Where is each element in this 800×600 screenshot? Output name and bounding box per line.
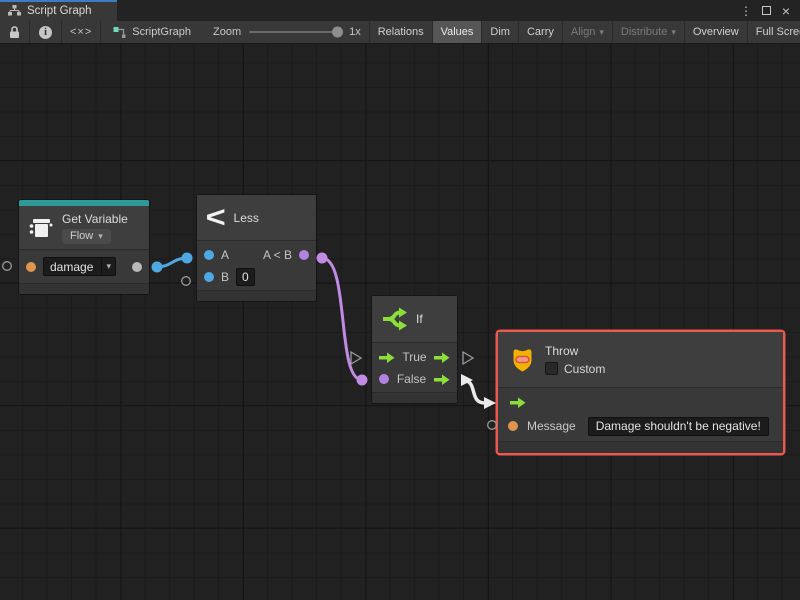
variable-icon	[27, 216, 53, 240]
lock-button[interactable]	[0, 21, 30, 43]
zoom-label: Zoom	[213, 26, 241, 38]
graph-canvas[interactable]: Get Variable Flow ▾ damage ▾	[0, 44, 800, 600]
unity-visual-scripting-window: Script Graph ⋮ × i <×> ScriptG	[0, 0, 800, 600]
carry-button[interactable]: Carry	[518, 21, 562, 43]
zoom-slider-handle[interactable]	[332, 27, 343, 38]
throw-error-icon	[511, 346, 534, 373]
wire-less-to-if[interactable]	[317, 253, 368, 386]
graph-hierarchy-icon	[8, 5, 21, 16]
align-button[interactable]: Align ▾	[562, 21, 612, 43]
chevron-down-icon: ▾	[599, 27, 604, 38]
less-a-label: A	[221, 248, 229, 262]
less-b-input-port[interactable]	[204, 272, 214, 282]
true-output-port[interactable]	[434, 352, 450, 363]
graph-toolbar: i <×> ScriptGraph Zoom 1x Relations Valu…	[0, 21, 800, 44]
flow-input-port[interactable]	[379, 352, 395, 363]
unconnected-flow-triangle[interactable]	[351, 352, 361, 364]
zoom-control: Zoom 1x	[199, 21, 369, 43]
info-icon: i	[39, 26, 52, 39]
overview-button[interactable]: Overview	[684, 21, 747, 43]
message-input-port[interactable]	[508, 421, 518, 431]
relations-label: Relations	[378, 26, 424, 38]
maximize-glyph	[762, 6, 771, 15]
node-title: Less	[234, 211, 259, 225]
tab-script-graph[interactable]: Script Graph	[0, 0, 117, 21]
less-b-label: B	[221, 270, 229, 284]
values-button[interactable]: Values	[432, 21, 482, 43]
node-if[interactable]: If True False	[372, 296, 457, 403]
lock-icon	[9, 26, 20, 39]
toolbar-right-group: Relations Values Dim Carry Align ▾ Distr…	[369, 21, 800, 43]
window-close-icon[interactable]: ×	[778, 3, 794, 19]
variable-name-dropdown[interactable]: damage ▾	[43, 257, 116, 276]
node-title: Throw	[545, 344, 605, 358]
distribute-label: Distribute	[621, 26, 667, 38]
message-value: Damage shouldn't be negative!	[596, 419, 761, 433]
branch-icon	[382, 306, 408, 332]
scope-label: Flow	[70, 230, 93, 242]
variable-name-input-port[interactable]	[26, 262, 36, 272]
message-text-input[interactable]: Damage shouldn't be negative!	[588, 417, 769, 436]
dim-label: Dim	[490, 26, 510, 38]
wire-if-to-throw[interactable]	[461, 374, 496, 409]
script-graph-icon	[113, 26, 126, 38]
unconnected-port-circle[interactable]	[3, 262, 12, 271]
false-output-port[interactable]	[434, 374, 450, 385]
condition-input-port[interactable]	[379, 374, 389, 384]
zoom-value: 1x	[349, 26, 361, 38]
less-a-input-port[interactable]	[204, 250, 214, 260]
less-result-output-port[interactable]	[299, 250, 309, 260]
chevron-down-icon: ▾	[98, 231, 103, 242]
custom-label: Custom	[564, 362, 605, 376]
graph-name-label: ScriptGraph	[132, 26, 191, 38]
chevron-down-icon: ▾	[671, 27, 676, 38]
edit-source-button[interactable]: <×>	[62, 21, 101, 43]
node-get-variable[interactable]: Get Variable Flow ▾ damage ▾	[19, 200, 149, 294]
inspect-button[interactable]: i	[30, 21, 62, 43]
carry-label: Carry	[527, 26, 554, 38]
tab-bar: Script Graph ⋮ ×	[0, 0, 800, 21]
dim-button[interactable]: Dim	[481, 21, 518, 43]
distribute-button[interactable]: Distribute ▾	[612, 21, 684, 43]
unconnected-flow-triangle[interactable]	[463, 352, 473, 364]
fullscreen-button[interactable]: Full Screen	[747, 21, 800, 43]
node-throw[interactable]: Throw Custom Message Dam	[498, 332, 783, 453]
values-label: Values	[441, 26, 474, 38]
if-false-label: False	[397, 372, 426, 386]
unconnected-port-circle[interactable]	[182, 277, 191, 286]
window-controls: ⋮ ×	[738, 0, 800, 21]
less-output-label: A < B	[263, 248, 292, 262]
variable-name-value: damage	[44, 260, 101, 274]
less-b-value: 0	[242, 270, 249, 284]
node-title: If	[416, 312, 423, 326]
node-title: Get Variable	[62, 212, 128, 226]
window-maximize-icon[interactable]	[758, 3, 774, 19]
variable-value-output-port[interactable]	[132, 262, 142, 272]
custom-checkbox[interactable]	[545, 362, 558, 375]
code-icon: <×>	[70, 26, 92, 38]
wire-damage-to-a[interactable]	[152, 253, 193, 273]
chevron-down-icon: ▾	[101, 259, 115, 274]
graph-name-area: ScriptGraph	[105, 21, 199, 43]
window-menu-icon[interactable]: ⋮	[738, 3, 754, 19]
unconnected-port-circle[interactable]	[488, 421, 497, 430]
if-true-label: True	[402, 350, 426, 364]
message-label: Message	[527, 419, 576, 433]
node-less[interactable]: < Less A A < B B 0	[197, 195, 316, 301]
less-icon: <	[206, 203, 226, 233]
zoom-slider[interactable]	[249, 31, 341, 33]
fullscreen-label: Full Screen	[756, 26, 800, 38]
less-b-value-input[interactable]: 0	[236, 268, 255, 286]
relations-button[interactable]: Relations	[369, 21, 432, 43]
align-label: Align	[571, 26, 595, 38]
overview-label: Overview	[693, 26, 739, 38]
variable-scope-dropdown[interactable]: Flow ▾	[62, 229, 111, 244]
tab-title: Script Graph	[27, 5, 92, 17]
flow-input-port[interactable]	[510, 397, 526, 408]
